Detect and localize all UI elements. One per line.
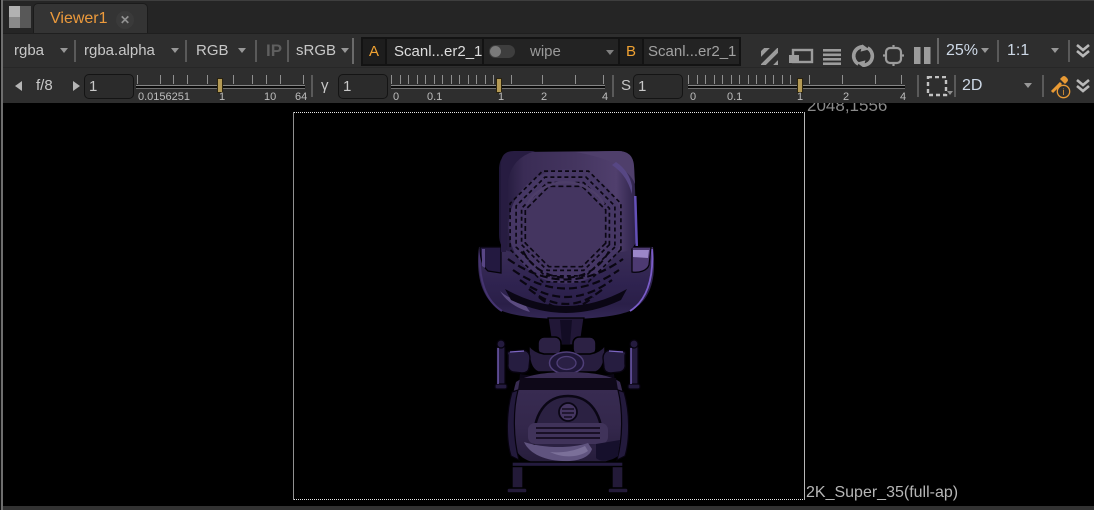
svg-text:i: i xyxy=(1063,87,1065,97)
